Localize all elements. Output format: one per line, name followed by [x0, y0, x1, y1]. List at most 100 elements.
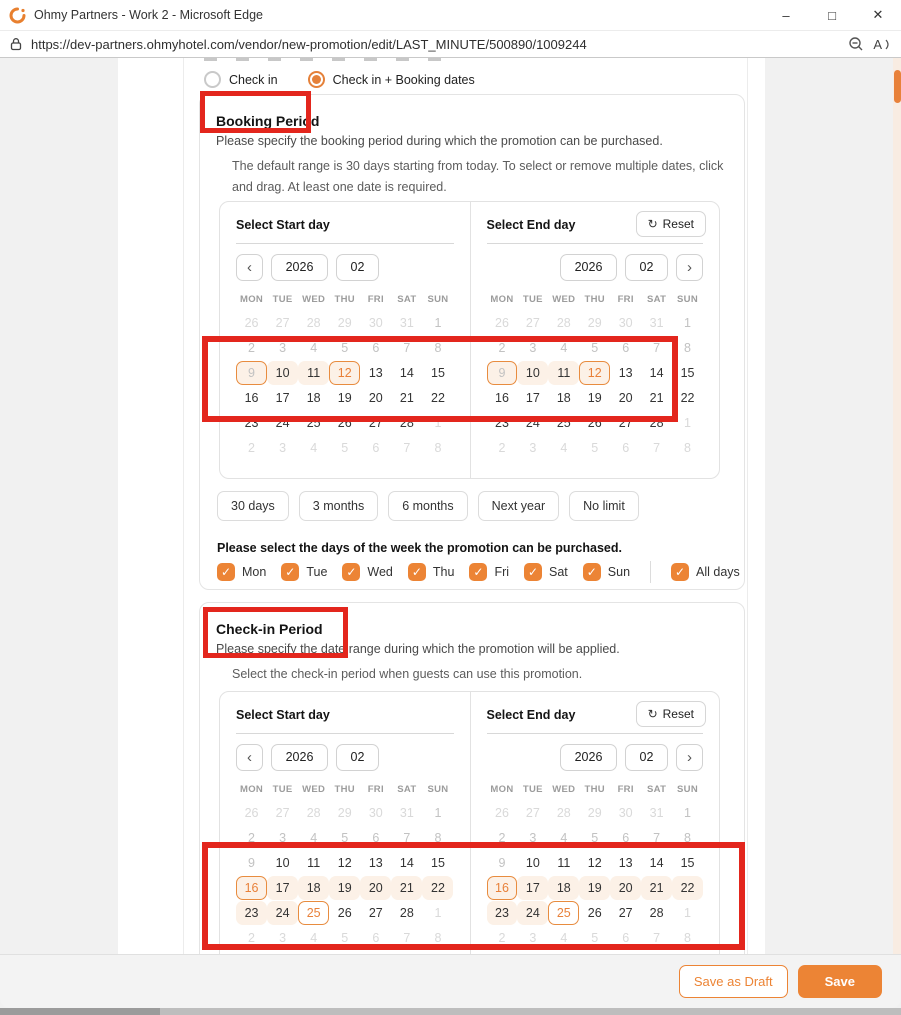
calendar-day[interactable]: 14 — [391, 851, 422, 875]
checkbox-checked-icon[interactable]: ✓ — [217, 563, 235, 581]
calendar-day[interactable]: 16 — [487, 386, 518, 410]
checkbox-checked-icon[interactable]: ✓ — [407, 563, 426, 581]
prev-month-button[interactable]: ‹ — [236, 254, 263, 281]
calendar-day[interactable]: 13 — [610, 851, 641, 875]
page-scrollbar-thumb[interactable] — [893, 70, 901, 103]
calendar-day[interactable]: 28 — [391, 411, 422, 435]
calendar-day[interactable]: 23 — [236, 901, 268, 925]
calendar-day[interactable]: 17 — [267, 386, 298, 410]
prev-month-button[interactable]: ‹ — [236, 744, 263, 771]
calendar-day[interactable]: 14 — [391, 361, 422, 385]
calendar-day[interactable]: 11 — [298, 361, 330, 385]
weekday-checkbox-item[interactable]: ✓ Sat — [524, 563, 568, 581]
calendar-day[interactable]: 25 — [298, 901, 330, 925]
calendar-day[interactable]: 19 — [329, 876, 361, 900]
month-input[interactable]: 02 — [625, 744, 668, 771]
calendar-day[interactable]: 23 — [486, 901, 518, 925]
calendar-day[interactable]: 25 — [298, 411, 329, 435]
calendar-day[interactable]: 22 — [422, 876, 454, 900]
calendar-day[interactable]: 25 — [548, 901, 580, 925]
calendar-day[interactable]: 16 — [236, 876, 268, 900]
calendar-day[interactable]: 19 — [579, 386, 610, 410]
calendar-day[interactable]: 16 — [236, 386, 267, 410]
radio-unselected-icon[interactable] — [204, 71, 221, 88]
save-button[interactable]: Save — [797, 965, 882, 998]
calendar-day[interactable]: 10 — [267, 851, 298, 875]
close-button[interactable]: ✕ — [855, 0, 901, 30]
next-month-button[interactable]: › — [676, 744, 703, 771]
calendar-day[interactable]: 12 — [579, 851, 610, 875]
calendar-day[interactable]: 18 — [298, 876, 330, 900]
weekday-checkbox-item[interactable]: ✓ Thu — [407, 563, 454, 581]
calendar-day[interactable]: 24 — [267, 901, 299, 925]
calendar-day[interactable]: 18 — [298, 386, 329, 410]
maximize-button[interactable]: □ — [809, 0, 855, 30]
weekday-checkbox-item[interactable]: ✓ All days — [671, 563, 740, 581]
calendar-day[interactable]: 19 — [579, 876, 611, 900]
calendar-day[interactable]: 11 — [548, 361, 580, 385]
calendar-day[interactable]: 27 — [360, 411, 391, 435]
calendar-day[interactable]: 27 — [360, 901, 391, 925]
calendar-day[interactable]: 17 — [517, 876, 549, 900]
calendar-day[interactable]: 10 — [517, 851, 548, 875]
weekday-checkbox-item[interactable]: ✓ Sun — [582, 563, 630, 581]
next-month-button[interactable]: › — [676, 254, 703, 281]
minimize-button[interactable]: – — [763, 0, 809, 30]
calendar-day[interactable]: 18 — [548, 876, 580, 900]
month-input[interactable]: 02 — [336, 744, 379, 771]
calendar-day[interactable]: 26 — [329, 411, 360, 435]
checkbox-checked-icon[interactable]: ✓ — [281, 563, 300, 581]
calendar-day[interactable]: 12 — [329, 851, 360, 875]
calendar-day[interactable]: 26 — [579, 411, 610, 435]
read-aloud-icon[interactable]: A — [873, 37, 891, 52]
calendar-day[interactable]: 21 — [391, 386, 422, 410]
checkbox-checked-icon[interactable]: ✓ — [342, 563, 361, 581]
calendar-day[interactable]: 16 — [486, 876, 518, 900]
year-input[interactable]: 2026 — [271, 254, 328, 281]
radio-check-in-booking-dates[interactable]: Check in + Booking dates — [307, 71, 475, 88]
calendar-day[interactable]: 20 — [610, 386, 641, 410]
weekday-checkbox-item[interactable]: ✓ Wed — [342, 563, 393, 581]
calendar-day[interactable]: 19 — [329, 386, 360, 410]
calendar-day[interactable]: 17 — [517, 386, 548, 410]
calendar-day[interactable]: 20 — [610, 876, 642, 900]
calendar-day[interactable]: 26 — [579, 901, 610, 925]
year-input[interactable]: 2026 — [271, 744, 328, 771]
checkbox-checked-icon[interactable]: ✓ — [524, 563, 543, 581]
url-text[interactable]: https://dev-partners.ohmyhotel.com/vendo… — [31, 37, 839, 52]
calendar-day[interactable]: 24 — [267, 411, 298, 435]
calendar-day[interactable]: 13 — [360, 851, 391, 875]
calendar-day[interactable]: 14 — [641, 361, 672, 385]
year-input[interactable]: 2026 — [560, 744, 617, 771]
quick-range-button[interactable]: 6 months — [388, 491, 468, 521]
calendar-day[interactable]: 20 — [360, 386, 391, 410]
calendar-day[interactable]: 24 — [517, 901, 549, 925]
quick-range-button[interactable]: Next year — [477, 491, 560, 521]
reset-button[interactable]: ↻ Reset — [635, 211, 706, 237]
checkbox-checked-icon[interactable]: ✓ — [469, 563, 488, 581]
reset-button[interactable]: ↻ Reset — [635, 701, 706, 727]
checkbox-checked-icon[interactable]: ✓ — [582, 563, 601, 581]
quick-range-button[interactable]: 3 months — [298, 491, 379, 521]
page-scrollbar-track[interactable] — [893, 58, 901, 954]
calendar-day[interactable]: 17 — [267, 876, 299, 900]
calendar-day[interactable]: 24 — [517, 411, 548, 435]
calendar-day[interactable]: 23 — [487, 411, 518, 435]
calendar-day[interactable]: 22 — [422, 386, 453, 410]
weekday-checkbox-item[interactable]: ✓ Mon — [217, 563, 266, 581]
calendar-day[interactable]: 22 — [672, 386, 703, 410]
calendar-day[interactable]: 12 — [579, 361, 611, 385]
calendar-day[interactable]: 28 — [641, 901, 672, 925]
lock-icon[interactable] — [10, 37, 22, 51]
calendar-day[interactable]: 25 — [548, 411, 579, 435]
calendar-day[interactable]: 13 — [610, 361, 641, 385]
calendar-day[interactable]: 15 — [672, 851, 703, 875]
weekday-checkbox-item[interactable]: ✓ Fri — [469, 563, 509, 581]
checkbox-checked-icon[interactable]: ✓ — [671, 563, 690, 581]
calendar-day[interactable]: 15 — [672, 361, 703, 385]
calendar-day[interactable]: 13 — [360, 361, 391, 385]
year-input[interactable]: 2026 — [560, 254, 617, 281]
calendar-day[interactable]: 28 — [641, 411, 672, 435]
calendar-day[interactable]: 10 — [267, 361, 299, 385]
month-input[interactable]: 02 — [336, 254, 379, 281]
